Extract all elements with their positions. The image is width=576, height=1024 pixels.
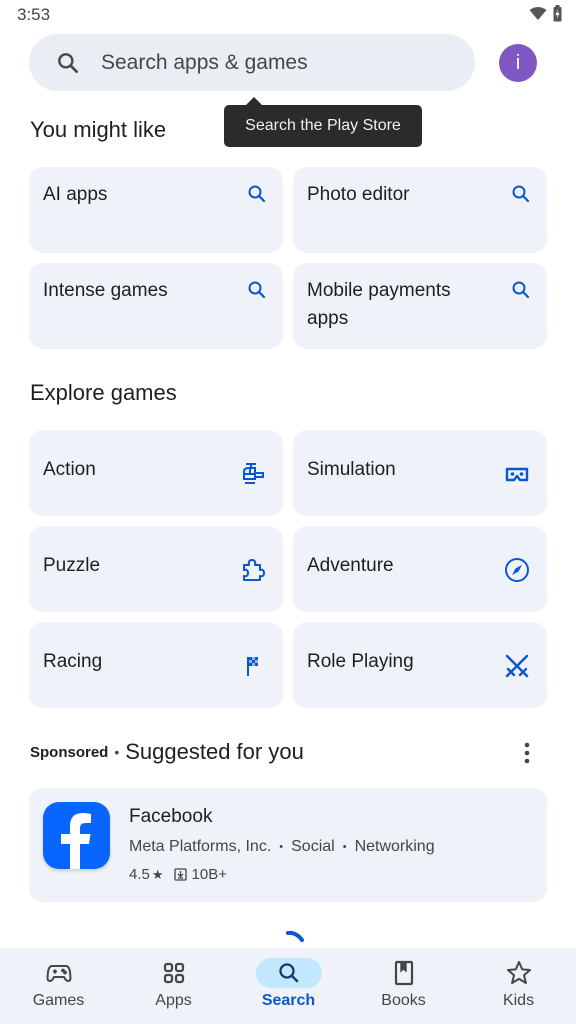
section-title-suggested: Suggested for you [125, 739, 304, 764]
suggestion-card-mobile-payments[interactable]: Mobile payments apps [293, 263, 547, 349]
game-category-action[interactable]: Action [29, 430, 283, 516]
compass-icon [505, 558, 529, 582]
app-card-facebook[interactable]: Facebook Meta Platforms, Inc. • Social •… [29, 788, 547, 902]
app-stats: 4.5 ★ 10B+ [129, 866, 227, 883]
app-downloads: 10B+ [191, 866, 227, 883]
tooltip: Search the Play Store [224, 97, 422, 147]
search-placeholder: Search apps & games [101, 50, 308, 74]
crossed-swords-icon [505, 654, 529, 678]
game-category-simulation[interactable]: Simulation [293, 430, 547, 516]
suggestion-label: Intense games [43, 280, 168, 301]
nav-item-kids[interactable]: Kids [461, 948, 576, 1024]
search-icon [248, 185, 266, 203]
game-category-adventure[interactable]: Adventure [293, 526, 547, 612]
nav-item-search[interactable]: Search [231, 948, 346, 1024]
search-icon [512, 185, 530, 203]
apps-grid-icon [163, 962, 184, 984]
book-icon [394, 960, 413, 986]
app-category: Social [291, 838, 335, 855]
separator-dot: • [114, 744, 120, 760]
facebook-app-icon [43, 802, 110, 869]
search-input[interactable]: Search apps & games [29, 34, 475, 91]
nav-item-books[interactable]: Books [346, 948, 461, 1024]
nav-label: Games [32, 992, 85, 1009]
category-label: Role Playing [307, 651, 414, 672]
search-icon [512, 281, 530, 299]
nav-item-apps[interactable]: Apps [116, 948, 231, 1024]
suggestion-label: AI apps [43, 184, 108, 205]
app-rating: 4.5 [129, 866, 150, 883]
suggestion-card-photo-editor[interactable]: Photo editor [293, 167, 547, 253]
nav-label: Kids [502, 992, 535, 1009]
app-meta: Meta Platforms, Inc. • Social • Networki… [129, 838, 435, 856]
suggested-header: Sponsored • Suggested for you [30, 739, 304, 765]
suggestion-label: Mobile payments apps [307, 280, 451, 329]
category-label: Action [43, 459, 96, 480]
bottom-navigation: Games Apps Search Books Kids [0, 948, 576, 1024]
game-category-racing[interactable]: Racing [29, 622, 283, 708]
status-bar: 3:53 [0, 0, 576, 30]
download-icon [173, 868, 187, 881]
star-icon [506, 961, 531, 984]
separator-dot: • [342, 841, 347, 853]
nav-item-games[interactable]: Games [1, 948, 116, 1024]
section-title-you-might-like: You might like [30, 117, 167, 142]
nav-label: Search [261, 992, 316, 1009]
search-icon [278, 963, 298, 983]
puzzle-piece-icon [243, 559, 265, 581]
battery-charging-icon [553, 5, 562, 22]
gamepad-icon [46, 965, 71, 982]
suggestion-label: Photo editor [307, 184, 410, 205]
search-icon [248, 281, 266, 299]
sponsored-label: Sponsored [30, 743, 109, 761]
category-label: Puzzle [43, 555, 101, 576]
more-options-icon[interactable] [517, 740, 537, 766]
checkered-flag-icon [247, 657, 258, 676]
app-category: Networking [354, 838, 435, 855]
suggestion-card-ai-apps[interactable]: AI apps [29, 167, 283, 253]
game-category-role-playing[interactable]: Role Playing [293, 622, 547, 708]
app-developer: Meta Platforms, Inc. [129, 838, 272, 855]
category-label: Racing [43, 651, 103, 672]
nav-label: Apps [155, 992, 192, 1009]
vr-headset-icon [505, 467, 529, 482]
loading-spinner-icon [286, 930, 304, 942]
suggestion-card-intense-games[interactable]: Intense games [29, 263, 283, 349]
category-label: Adventure [307, 555, 394, 576]
nav-label: Books [381, 992, 426, 1009]
app-name: Facebook [129, 806, 213, 827]
avatar[interactable]: i [499, 44, 537, 82]
helicopter-icon [243, 463, 264, 484]
search-icon [58, 52, 78, 73]
facebook-logo-icon [61, 813, 91, 869]
star-icon: ★ [151, 866, 164, 882]
section-title-explore-games: Explore games [30, 380, 177, 405]
status-time: 3:53 [17, 5, 51, 24]
game-category-puzzle[interactable]: Puzzle [29, 526, 283, 612]
category-label: Simulation [307, 459, 396, 480]
separator-dot: • [279, 841, 284, 853]
wifi-icon [529, 6, 547, 20]
